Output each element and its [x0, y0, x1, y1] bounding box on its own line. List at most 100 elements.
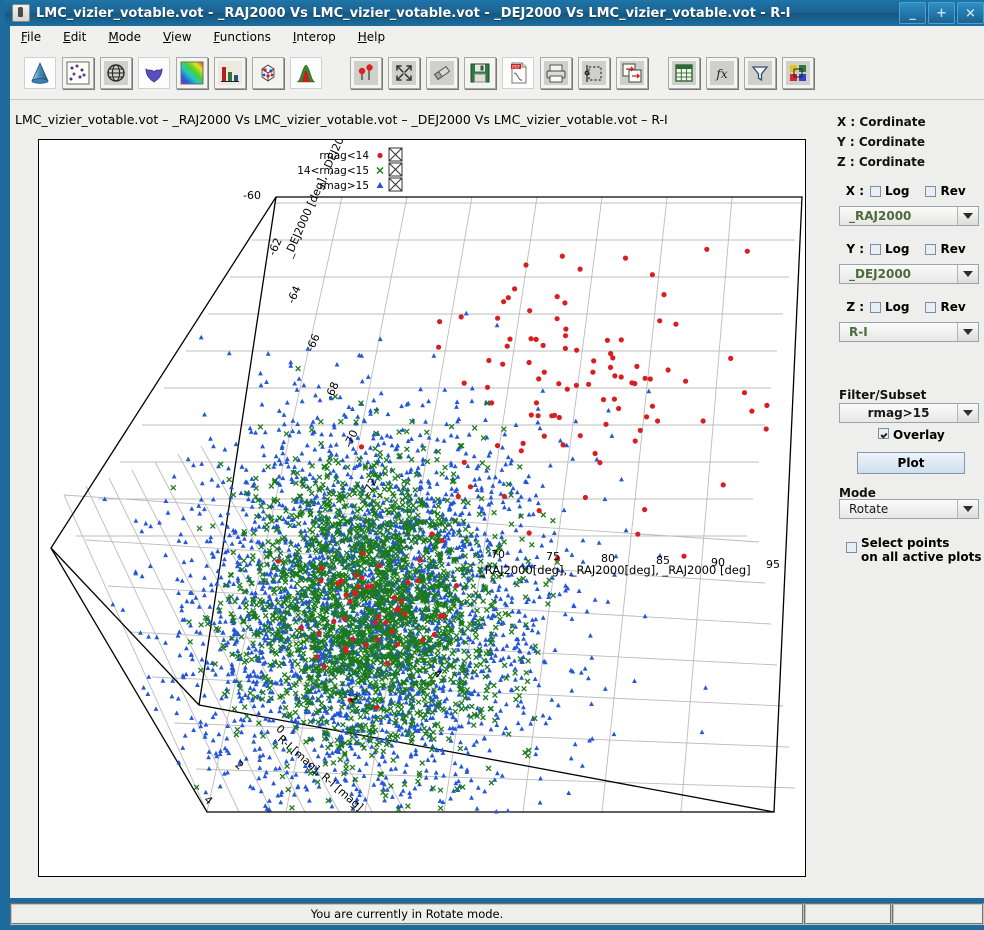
select-points-row[interactable]: Select points on all active plots: [846, 536, 982, 564]
x-rev-checkbox[interactable]: [925, 185, 937, 197]
fx-icon[interactable]: fx: [706, 57, 738, 89]
z-coordinate-label: Z : Cordinate: [837, 155, 926, 169]
menu-file[interactable]: File: [10, 28, 52, 46]
y-tick-m66: -66: [304, 332, 323, 354]
plot-button[interactable]: Plot: [857, 452, 965, 474]
menu-edit[interactable]: Edit: [52, 28, 97, 46]
legend-marker-1: [376, 166, 384, 175]
save-icon[interactable]: [464, 57, 496, 89]
x-axis: 70 75 80 85 90 95 100 105 _RAJ2000[deg],…: [478, 548, 780, 577]
copy-to-plot-icon[interactable]: [616, 57, 648, 89]
bar-chart-icon[interactable]: [214, 57, 246, 89]
menu-help-rest: elp: [366, 29, 386, 44]
overlay-label: Overlay: [893, 428, 945, 442]
pin-points-icon[interactable]: [350, 57, 382, 89]
svg-text:fx: fx: [715, 67, 727, 81]
chevron-down-icon[interactable]: [957, 323, 978, 341]
menu-bar: File Edit Mode View Functions Interop He…: [10, 26, 984, 48]
z-log-checkbox[interactable]: [870, 301, 881, 313]
y-coordinate-label: Y : Cordinate: [837, 135, 926, 149]
x-column-combobox[interactable]: _RAJ2000: [839, 206, 979, 226]
y-rev-label: Rev: [940, 242, 966, 256]
y-axis-name: Y :: [846, 242, 864, 256]
status-field-3: [892, 903, 984, 925]
function-plot-icon[interactable]: [138, 57, 170, 89]
y-log-label: Log: [885, 242, 910, 256]
z-column-value: R-I: [849, 325, 868, 339]
y-rev-checkbox[interactable]: [925, 243, 937, 255]
chevron-down-icon[interactable]: [957, 404, 978, 422]
x-axis-label: _RAJ2000[deg], _RAJ2000[deg], _RAJ2000 […: [478, 563, 751, 577]
select-points-label-line2: on all active plots: [861, 550, 982, 564]
window-buttons: _ + ×: [899, 2, 984, 24]
legend-marker-2: [376, 182, 384, 188]
menu-functions[interactable]: Functions: [203, 28, 282, 46]
minimize-button[interactable]: _: [899, 2, 926, 24]
title-bar: LMC_vizier_votable.vot - _RAJ2000 Vs LMC…: [5, 0, 984, 26]
y-axis-options-row: Y : Log Rev: [844, 242, 966, 256]
select-points-checkbox[interactable]: [846, 542, 857, 553]
expand-arrows-icon[interactable]: [388, 57, 420, 89]
3d-plot-icon[interactable]: [24, 57, 56, 89]
menu-interop-rest: nterop: [296, 29, 336, 44]
z-column-combobox[interactable]: R-I: [839, 322, 979, 342]
scatter-plot-icon[interactable]: [62, 57, 94, 89]
filter-subset-combobox[interactable]: rmag>15: [839, 403, 979, 423]
select-points-label-line1: Select points: [861, 536, 950, 550]
status-bar: You are currently in Rotate mode.: [10, 903, 984, 925]
menu-edit-rest: dit: [70, 29, 87, 44]
toolbar-separator-1: [328, 57, 350, 89]
toolbar-separator-2: [654, 57, 668, 89]
z-axis-options-row: Z : Log Rev: [844, 300, 966, 314]
y-column-combobox[interactable]: _DEJ2000: [839, 264, 979, 284]
chevron-down-icon[interactable]: [957, 500, 978, 518]
table-icon[interactable]: [668, 57, 700, 89]
chevron-down-icon[interactable]: [957, 207, 978, 225]
y-log-checkbox[interactable]: [870, 243, 881, 255]
z-rev-checkbox[interactable]: [925, 301, 937, 313]
x-axis-name: X :: [845, 184, 864, 198]
pdf-export-icon[interactable]: PDF: [502, 57, 534, 89]
app-icon: [12, 4, 30, 22]
filter-subset-label: Filter/Subset: [839, 388, 927, 402]
print-icon[interactable]: [540, 57, 572, 89]
menu-view[interactable]: View: [152, 28, 202, 46]
cube-icon[interactable]: [252, 57, 284, 89]
crop-selection-icon[interactable]: [578, 57, 610, 89]
plot-panel[interactable]: rmag<14 14<rmag<15 rmag>15 70 75 80 85 9…: [38, 139, 806, 877]
scatter-3d-canvas[interactable]: rmag<14 14<rmag<15 rmag>15 70 75 80 85 9…: [39, 140, 805, 876]
chevron-down-icon[interactable]: [957, 265, 978, 283]
svg-text:PDF: PDF: [512, 64, 520, 69]
plot-title: LMC_vizier_votable.vot – _RAJ2000 Vs LMC…: [15, 112, 668, 127]
menu-view-rest: iew: [171, 29, 192, 44]
menu-mode[interactable]: Mode: [97, 28, 152, 46]
main-content: LMC_vizier_votable.vot – _RAJ2000 Vs LMC…: [10, 100, 984, 898]
z-rev-label: Rev: [940, 300, 966, 314]
menu-interop[interactable]: Interop: [282, 28, 347, 46]
x-log-checkbox[interactable]: [870, 185, 881, 197]
data-points: [102, 246, 770, 814]
menu-mode-mnemonic: M: [108, 29, 119, 44]
menu-help[interactable]: Help: [347, 28, 396, 46]
color-map-icon[interactable]: [176, 57, 208, 89]
window-title: LMC_vizier_votable.vot - _RAJ2000 Vs LMC…: [36, 5, 791, 21]
filter-subset-value: rmag>15: [867, 406, 930, 420]
z-log-label: Log: [885, 300, 910, 314]
overlay-checkbox-row[interactable]: Overlay: [878, 428, 945, 442]
filter-icon[interactable]: [744, 57, 776, 89]
globe-icon[interactable]: [100, 57, 132, 89]
overlay-checkbox[interactable]: [878, 428, 889, 439]
colour-points-icon[interactable]: [782, 57, 814, 89]
control-panel: X : Cordinate Y : Cordinate Z : Cordinat…: [830, 108, 984, 888]
application-window: LMC_vizier_votable.vot - _RAJ2000 Vs LMC…: [0, 0, 984, 930]
x-tick-95: 95: [766, 558, 780, 571]
menu-mode-rest: ode: [118, 29, 142, 44]
x-rev-label: Rev: [940, 184, 966, 198]
mode-combobox[interactable]: Rotate: [839, 499, 979, 519]
histogram-icon[interactable]: [290, 57, 322, 89]
eraser-icon[interactable]: [426, 57, 458, 89]
maximize-button[interactable]: +: [928, 2, 955, 24]
close-button[interactable]: ×: [957, 2, 984, 24]
x-axis-options-row: X : Log Rev: [844, 184, 966, 198]
x-tick-75: 75: [546, 550, 560, 563]
